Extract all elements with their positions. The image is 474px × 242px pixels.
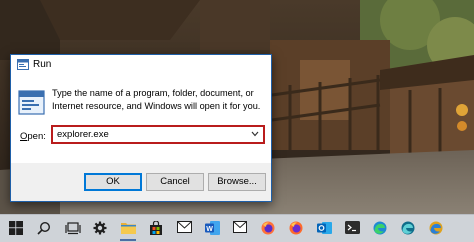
firefox-app[interactable] [254,215,282,242]
firefox-icon [261,221,275,235]
dialog-description: Type the name of a program, folder, docu… [52,88,261,111]
outlook-icon [317,222,332,234]
mail-app[interactable] [170,215,198,242]
settings-app[interactable] [86,215,114,242]
microsoft-store-icon [150,221,162,235]
mail-icon [233,221,247,233]
terminal-icon [345,221,360,234]
word-icon: W [205,221,220,235]
firefox-app-2[interactable] [282,215,310,242]
task-view-icon [65,222,81,235]
outlook-app[interactable] [310,215,338,242]
file-explorer-app[interactable] [114,215,142,242]
svg-text:W: W [206,226,213,233]
file-explorer-icon [121,223,136,234]
edge-app[interactable] [366,215,394,242]
open-label-text: pen: [27,131,46,142]
edge-canary-app[interactable] [422,215,450,242]
firefox-icon [289,221,303,235]
search-icon [37,221,51,235]
run-app-icon [18,90,45,115]
browse-button[interactable]: Browse... [208,173,266,191]
open-label: Open: [20,131,46,142]
edge-canary-icon [429,221,443,235]
task-view-button[interactable] [58,215,86,242]
dialog-button-bar: OK Cancel Browse... [11,163,271,201]
microsoft-store-app[interactable] [142,215,170,242]
mail-icon [177,221,192,233]
mail-app-2[interactable] [226,215,254,242]
run-icon [17,59,29,70]
edge-icon [373,221,387,235]
word-app[interactable]: W [198,215,226,242]
terminal-app[interactable] [338,215,366,242]
settings-gear-icon [93,221,107,235]
start-button[interactable] [2,215,30,242]
open-input[interactable] [53,127,247,142]
windows-start-icon [9,221,23,235]
search-button[interactable] [30,215,58,242]
chevron-down-icon[interactable] [251,131,259,137]
cancel-button[interactable]: Cancel [146,173,204,191]
open-combobox[interactable] [51,125,265,144]
run-dialog: Run Type the name of a program, folder, … [10,54,272,202]
edge-dev-icon [401,221,415,235]
taskbar: W [0,214,474,242]
dialog-title: Run [33,59,52,70]
edge-dev-app[interactable] [394,215,422,242]
title-bar[interactable]: Run [11,55,271,75]
ok-button[interactable]: OK [84,173,142,191]
